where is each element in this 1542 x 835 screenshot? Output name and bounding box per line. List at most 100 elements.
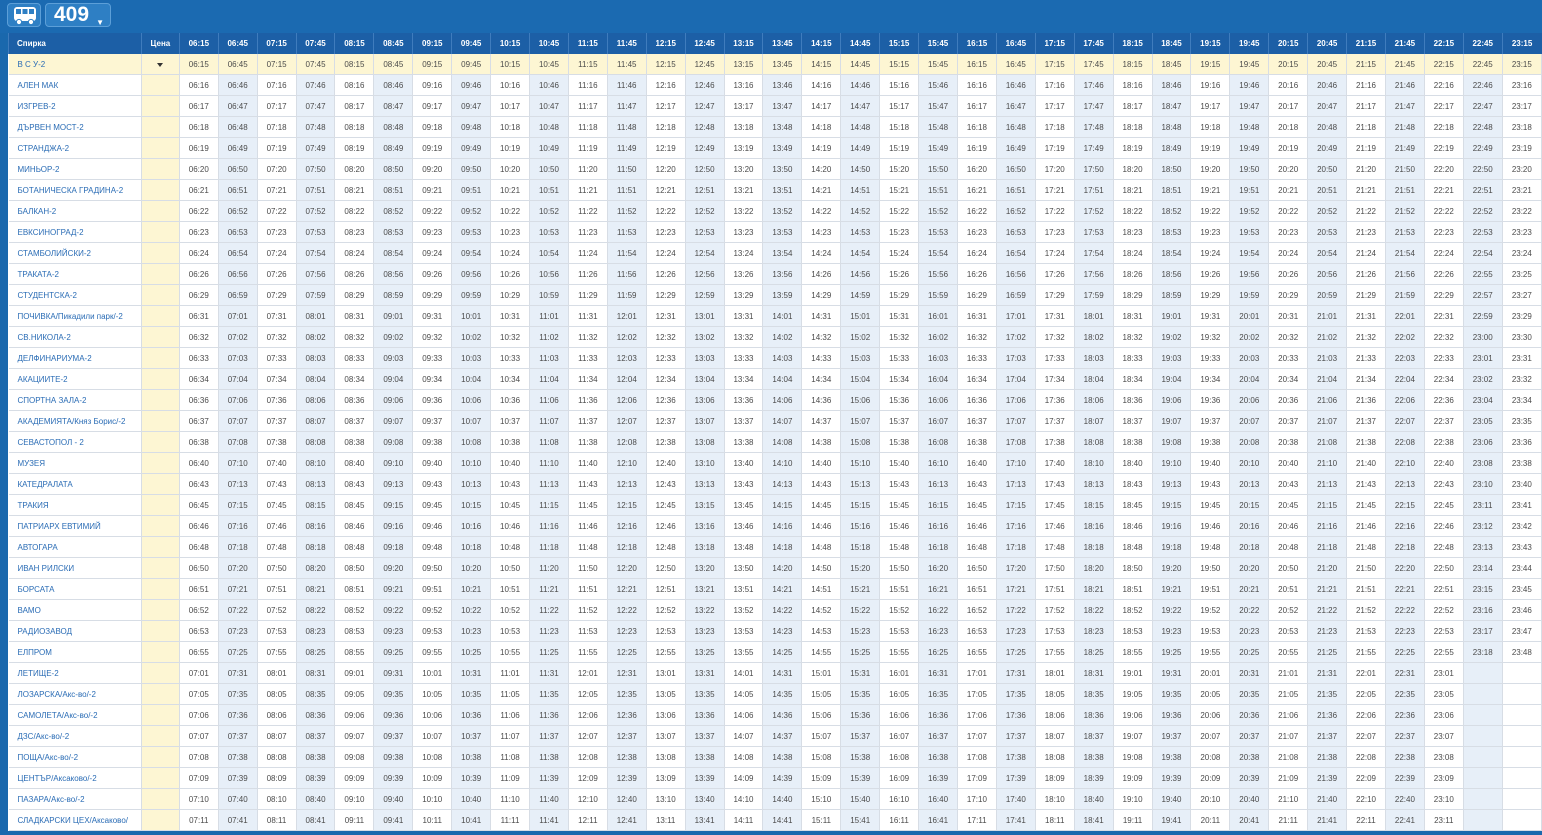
trip-header-2145[interactable]: 21:45 [1384, 33, 1425, 54]
table-row[interactable]: ЛОЗАРСКА/Акс-во/-2 07:05 07:35 08:05 08:35 09… [8, 683, 1542, 705]
table-row[interactable]: ИЗГРЕВ-2 06:17 06:47 07:17 07:47 08:17 08:47 09… [8, 95, 1542, 117]
table-row[interactable]: ЕВКСИНОГРАД-2 06:23 06:53 07:23 07:53 08:23 08… [8, 221, 1542, 243]
trip-header-2115[interactable]: 21:15 [1346, 33, 1386, 54]
table-row[interactable]: ПОЩА/Акс-во/-2 07:08 07:38 08:08 08:38 09:08 0… [8, 746, 1542, 768]
stop-name[interactable]: МУЗЕЯ [8, 452, 142, 474]
table-row[interactable]: СПОРТНА ЗАЛА-2 06:36 07:06 07:36 08:06 08:36 0… [8, 389, 1542, 411]
trip-header-0815[interactable]: 08:15 [334, 33, 374, 54]
table-row[interactable]: БОТАНИЧЕСКА ГРАДИНА-2 06:21 06:51 07:21 07:5… [8, 179, 1542, 201]
stop-name[interactable]: СПОРТНА ЗАЛА-2 [8, 389, 142, 411]
table-row[interactable]: ДЕЛФИНАРИУМА-2 06:33 07:03 07:33 08:03 08:33 0… [8, 347, 1542, 369]
trip-header-1815[interactable]: 18:15 [1112, 33, 1152, 54]
stop-name[interactable]: ИЗГРЕВ-2 [8, 95, 142, 117]
trip-header-1645[interactable]: 16:45 [995, 33, 1036, 54]
table-row[interactable]: АКАДЕМИЯТА/Княз Борис/-2 06:37 07:07 07:37 0… [8, 410, 1542, 432]
table-row[interactable]: АЛЕН МАК 06:16 06:46 07:16 07:46 08:16 08:46 09… [8, 74, 1542, 96]
stop-name[interactable]: СЛАДКАРСКИ ЦЕХ/Аксаково/ [8, 809, 142, 831]
stop-name[interactable]: ДЪРВЕН МОСТ-2 [8, 116, 142, 138]
table-row[interactable]: МИНЬОР-2 06:20 06:50 07:20 07:50 08:20 08:50 09… [8, 158, 1542, 180]
trip-header-1745[interactable]: 17:45 [1073, 33, 1114, 54]
trip-header-1545[interactable]: 15:45 [918, 33, 958, 54]
table-row[interactable]: СЕВАСТОПОЛ - 2 06:38 07:08 07:38 08:08 08:38 0… [8, 431, 1542, 453]
table-row[interactable]: ПОЧИВКА/Пикадили парк/-2 06:31 07:01 07:31 0… [8, 305, 1542, 327]
table-row[interactable]: РАДИОЗАВОД 06:53 07:23 07:53 08:23 08:53 09:23… [8, 620, 1542, 642]
trip-header-0945[interactable]: 09:45 [451, 33, 491, 54]
table-row[interactable]: ВАМО 06:52 07:22 07:52 08:22 08:52 09:22 09:52 1… [8, 599, 1542, 621]
stop-name[interactable]: РАДИОЗАВОД [8, 620, 142, 642]
bus-button[interactable] [7, 3, 41, 27]
stop-name[interactable]: БОТАНИЧЕСКА ГРАДИНА-2 [8, 179, 142, 201]
stop-name[interactable]: ДЗС/Акс-во/-2 [8, 725, 142, 747]
stop-name[interactable]: ТРАКАТА-2 [8, 263, 142, 285]
table-row[interactable]: КАТЕДРАЛАТА 06:43 07:13 07:43 08:13 08:43 09:1… [8, 473, 1542, 495]
stop-name[interactable]: В С У-2 [8, 54, 142, 75]
trip-header-1945[interactable]: 19:45 [1229, 33, 1269, 54]
trip-header-1045[interactable]: 10:45 [529, 33, 569, 54]
trip-header-2015[interactable]: 20:15 [1268, 33, 1308, 54]
table-row[interactable]: СВ.НИКОЛА-2 06:32 07:02 07:32 08:02 08:32 09:0… [8, 326, 1542, 348]
stop-name[interactable]: ЕЛПРОМ [8, 641, 142, 663]
stop-name[interactable]: ВАМО [8, 599, 142, 621]
trip-header-1115[interactable]: 11:15 [567, 33, 608, 54]
trip-header-1315[interactable]: 13:15 [723, 33, 763, 54]
table-row[interactable]: ТРАКАТА-2 06:26 06:56 07:26 07:56 08:26 08:56 0… [8, 263, 1542, 285]
trip-header-1345[interactable]: 13:45 [762, 33, 802, 54]
table-row[interactable]: ДЗС/Акс-во/-2 07:07 07:37 08:07 08:37 09:07 09… [8, 725, 1542, 747]
stop-name[interactable]: СЕВАСТОПОЛ - 2 [8, 431, 142, 453]
stop-name[interactable]: САМОЛЕТА/Акс-во/-2 [8, 704, 142, 726]
stop-name[interactable]: ТРАКИЯ [8, 494, 142, 516]
stop-name[interactable]: БОРСАТА [8, 578, 142, 600]
trip-header-0915[interactable]: 09:15 [412, 33, 452, 54]
table-row[interactable]: ПАТРИАРХ ЕВТИМИЙ 06:46 07:16 07:46 08:16 08:4… [8, 515, 1542, 537]
trip-header-2215[interactable]: 22:15 [1423, 33, 1464, 54]
trip-header-1415[interactable]: 14:15 [801, 33, 841, 54]
trip-header-0745[interactable]: 07:45 [295, 33, 335, 54]
price-column-header[interactable]: Цена [140, 33, 180, 54]
table-row[interactable]: ТРАКИЯ 06:45 07:15 07:45 08:15 08:45 09:15 09:4… [8, 494, 1542, 516]
trip-header-1845[interactable]: 18:45 [1151, 33, 1191, 54]
table-row[interactable]: СТАМБОЛИЙСКИ-2 06:24 06:54 07:24 07:54 08:24 0… [8, 242, 1542, 264]
stop-name[interactable]: АКАДЕМИЯТА/Княз Борис/-2 [8, 410, 142, 432]
stop-name[interactable]: БАЛКАН-2 [8, 200, 142, 222]
table-row[interactable]: ПАЗАРА/Акс-во/-2 07:10 07:40 08:10 08:40 09:1… [8, 788, 1542, 810]
route-selector[interactable]: 409 ▼ [45, 3, 111, 27]
stop-name[interactable]: ИВАН РИЛСКИ [8, 557, 142, 579]
stop-name[interactable]: ЕВКСИНОГРАД-2 [8, 221, 142, 243]
table-row[interactable]: МУЗЕЯ 06:40 07:10 07:40 08:10 08:40 09:10 09:40… [8, 452, 1542, 474]
table-row[interactable]: СТРАНДЖА-2 06:19 06:49 07:19 07:49 08:19 08:49… [8, 137, 1542, 159]
trip-header-0645[interactable]: 06:45 [217, 33, 258, 54]
stop-name[interactable]: ЦЕНТЪР/Аксаково/-2 [8, 767, 142, 789]
table-row[interactable]: ЛЕТИЩЕ-2 07:01 07:31 08:01 08:31 09:01 09:31 10… [8, 662, 1542, 684]
stop-name[interactable]: АЛЕН МАК [8, 74, 142, 96]
stop-name[interactable]: ПАТРИАРХ ЕВТИМИЙ [8, 515, 142, 537]
stop-name[interactable]: ЛОЗАРСКА/Акс-во/-2 [8, 683, 142, 705]
table-row[interactable]: СЛАДКАРСКИ ЦЕХ/Аксаково/07:11 07:41 08:11 0… [8, 809, 1542, 831]
stop-column-header[interactable]: Спирка [8, 33, 142, 54]
table-row[interactable]: БАЛКАН-2 06:22 06:52 07:22 07:52 08:22 08:52 09… [8, 200, 1542, 222]
stop-name[interactable]: ДЕЛФИНАРИУМА-2 [8, 347, 142, 369]
stop-name[interactable]: СВ.НИКОЛА-2 [8, 326, 142, 348]
stop-name[interactable]: АВТОГАРА [8, 536, 142, 558]
table-row[interactable]: ЕЛПРОМ 06:55 07:25 07:55 08:25 08:55 09:25 09:5… [8, 641, 1542, 663]
stop-name[interactable]: СТРАНДЖА-2 [8, 137, 142, 159]
trip-header-1215[interactable]: 12:15 [645, 33, 686, 54]
trip-header-1245[interactable]: 12:45 [684, 33, 725, 54]
trip-header-2245[interactable]: 22:45 [1462, 33, 1503, 54]
table-row[interactable]: АКАЦИИТЕ-2 06:34 07:04 07:34 08:04 08:34 09:04… [8, 368, 1542, 390]
stop-name[interactable]: ПОЧИВКА/Пикадили парк/-2 [8, 305, 142, 327]
trip-header-1145[interactable]: 11:45 [606, 33, 647, 54]
stop-name[interactable]: СТУДЕНТСКА-2 [8, 284, 142, 306]
trip-header-1515[interactable]: 15:15 [879, 33, 919, 54]
stop-name[interactable]: ПАЗАРА/Акс-во/-2 [8, 788, 142, 810]
stop-name[interactable]: АКАЦИИТЕ-2 [8, 368, 142, 390]
trip-header-2315[interactable]: 23:15 [1501, 33, 1542, 54]
trip-header-0615[interactable]: 06:15 [178, 33, 219, 54]
trip-header-1015[interactable]: 10:15 [490, 33, 530, 54]
table-row[interactable]: В С У-2 06:15 06:45 07:15 07:45 08:15 08:45 09:… [8, 54, 1542, 75]
stop-name[interactable]: ЛЕТИЩЕ-2 [8, 662, 142, 684]
trip-header-0715[interactable]: 07:15 [256, 33, 297, 54]
table-row[interactable]: ЦЕНТЪР/Аксаково/-2 07:09 07:39 08:09 08:39 09… [8, 767, 1542, 789]
trip-header-1715[interactable]: 17:15 [1034, 33, 1075, 54]
stop-name[interactable]: СТАМБОЛИЙСКИ-2 [8, 242, 142, 264]
stop-name[interactable]: ПОЩА/Акс-во/-2 [8, 746, 142, 768]
